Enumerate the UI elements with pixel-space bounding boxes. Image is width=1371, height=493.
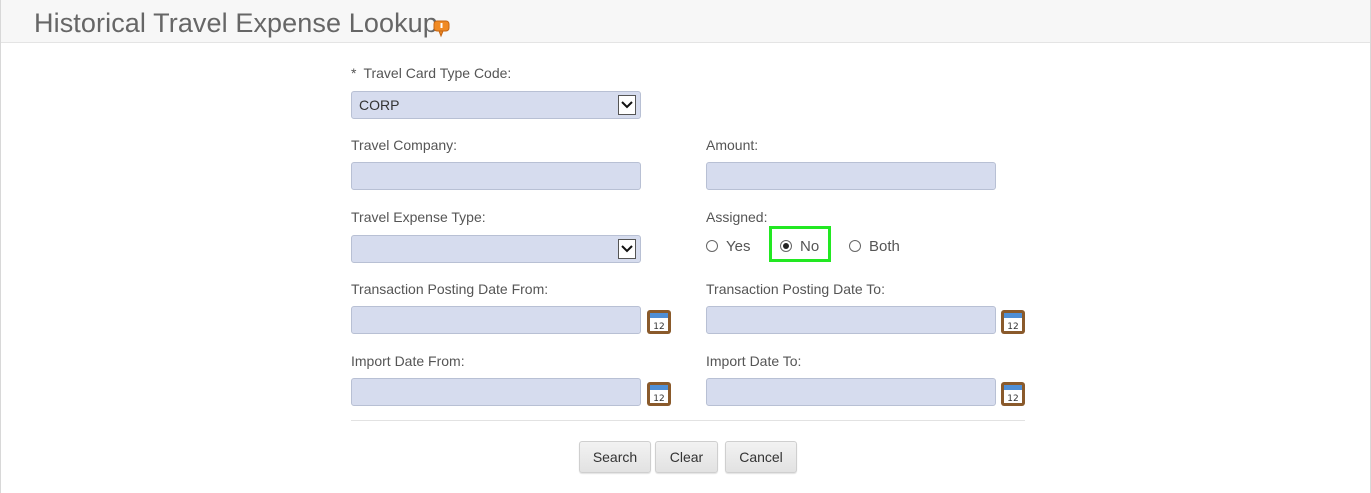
calendar-icon[interactable]: 12 [1001,382,1025,406]
amount-label: Amount: [706,137,759,153]
page-title: Historical Travel Expense Lookup [34,8,438,38]
card-type-label: * Travel Card Type Code: [351,65,511,81]
import-date-from-input[interactable] [351,378,641,406]
calendar-icon[interactable]: 12 [647,310,671,334]
svg-text:12: 12 [1007,322,1018,332]
help-icon[interactable] [433,20,451,38]
clear-button[interactable]: Clear [655,441,718,473]
radio-both-icon[interactable] [849,240,861,252]
posting-date-to-label: Transaction Posting Date To: [706,281,885,297]
amount-input[interactable] [706,162,996,190]
travel-company-label: Travel Company: [351,137,458,153]
expense-type-select[interactable] [351,235,641,263]
travel-company-input[interactable] [351,162,641,190]
assigned-radio-yes[interactable]: Yes [706,236,750,256]
card-type-label-text: Travel Card Type Code: [363,65,512,81]
svg-text:12: 12 [653,322,664,332]
radio-yes-icon[interactable] [706,240,718,252]
assigned-radio-both[interactable]: Both [849,236,900,256]
posting-date-to-input[interactable] [706,306,996,334]
calendar-icon[interactable]: 12 [1001,310,1025,334]
assigned-label: Assigned: [706,209,768,225]
radio-yes-label: Yes [726,237,751,255]
import-date-to-label: Import Date To: [706,353,802,369]
page-header: Historical Travel Expense Lookup [1,0,1370,43]
expense-type-label: Travel Expense Type: [351,209,486,225]
chevron-down-icon[interactable] [618,239,636,259]
cancel-button[interactable]: Cancel [725,441,797,473]
svg-text:12: 12 [1007,394,1018,404]
radio-both-label: Both [869,237,900,255]
search-button[interactable]: Search [579,441,651,473]
form-divider [351,420,1025,421]
import-date-to-input[interactable] [706,378,996,406]
card-type-select[interactable]: CORP [351,91,641,119]
chevron-down-icon[interactable] [618,95,636,115]
import-date-from-label: Import Date From: [351,353,465,369]
posting-date-from-label: Transaction Posting Date From: [351,281,549,297]
required-marker: * [351,65,357,81]
highlight-box [769,226,831,262]
calendar-icon[interactable]: 12 [647,382,671,406]
posting-date-from-input[interactable] [351,306,641,334]
card-type-value: CORP [359,97,400,113]
svg-text:12: 12 [653,394,664,404]
